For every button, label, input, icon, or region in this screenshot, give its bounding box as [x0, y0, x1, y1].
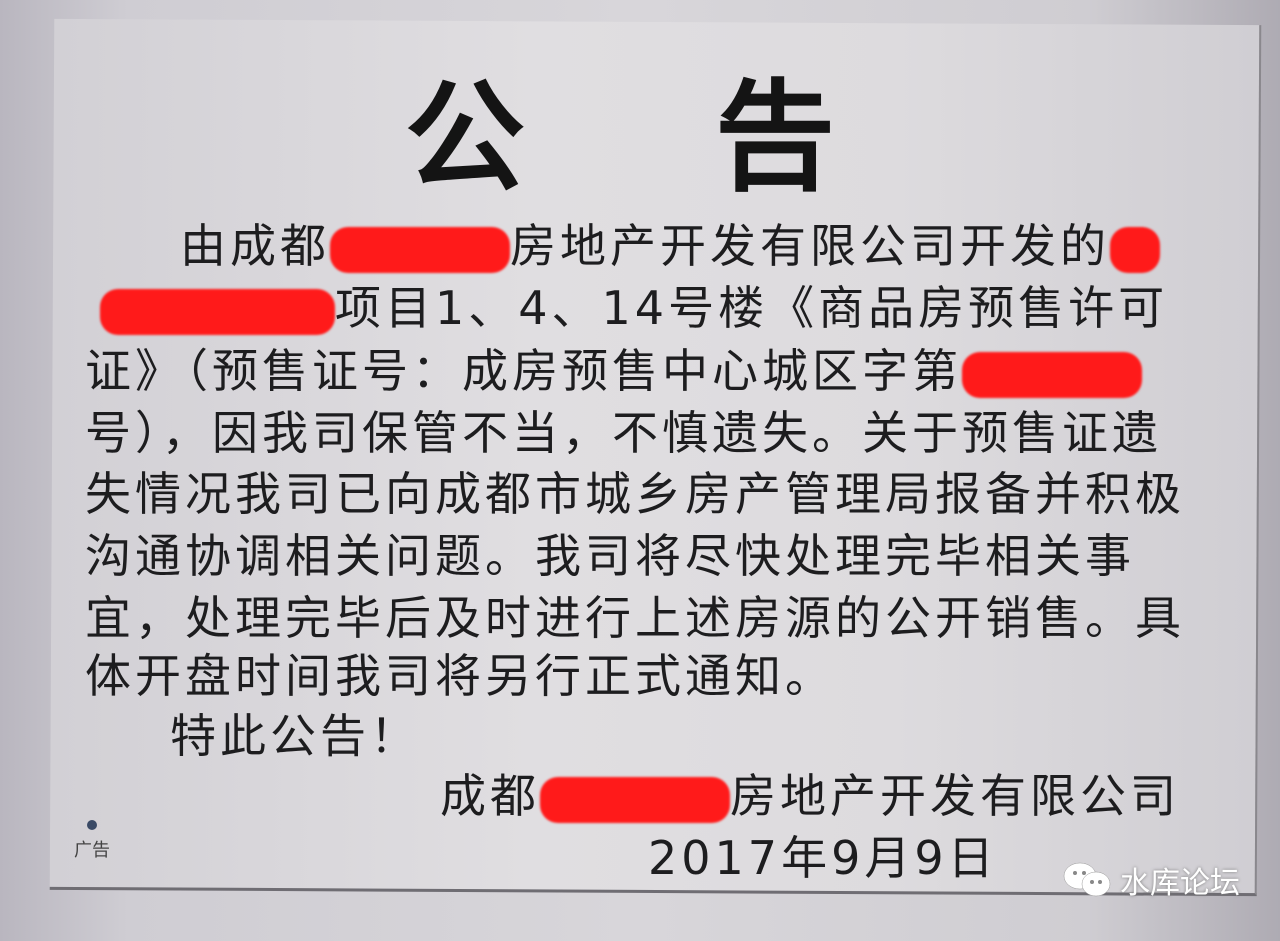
- body-line-3: 证》（预售证号：成房预售中心城区字第: [85, 335, 1142, 401]
- body-line-6: 沟通协调相关问题。我司将尽快处理完毕相关事: [85, 529, 1135, 583]
- body-line-9: 特此公告！: [170, 709, 420, 763]
- date: 2017年9月9日: [648, 831, 998, 885]
- ad-dot-icon: [87, 820, 97, 830]
- signature-text: 成都: [440, 769, 540, 823]
- ad-label: 广告: [74, 840, 110, 861]
- signature-text: 房地产开发有限公司: [730, 769, 1180, 823]
- body-line-7: 宜，处理完毕后及时进行上述房源的公开销售。具: [85, 591, 1185, 645]
- body-line-8: 体开盘时间我司将另行正式通知。: [85, 649, 835, 703]
- redaction: [100, 288, 335, 335]
- wechat-icon: [1063, 862, 1111, 897]
- redaction: [540, 776, 730, 823]
- redaction: [1110, 226, 1160, 273]
- line-text: 房地产开发有限公司开发的: [510, 219, 1110, 273]
- redaction: [962, 351, 1142, 398]
- watermark: 水库论坛: [1062, 858, 1240, 902]
- line-text: 由成都: [180, 219, 330, 273]
- title-char-1: 公: [405, 69, 525, 208]
- line-text: 项目1、4、14号楼《商品房预售许可: [335, 281, 1169, 335]
- body-line-1: 由成都 房地产开发有限公司开发的: [180, 210, 1160, 276]
- body-line-5: 失情况我司已向成都市城乡房产管理局报备并积极: [85, 467, 1185, 521]
- redaction: [330, 226, 510, 273]
- body-line-4: 号），因我司保管不当，不慎遗失。关于预售证遗: [85, 406, 1162, 460]
- watermark-text: 水库论坛: [1120, 866, 1240, 901]
- signature: 成都 房地产开发有限公司: [440, 760, 1180, 826]
- line-text: 证》（预售证号：成房预售中心城区字第: [85, 344, 962, 398]
- title-char-2: 告: [715, 69, 835, 208]
- body-line-2: 项目1、4、14号楼《商品房预售许可: [100, 272, 1168, 338]
- ad-marker[interactable]: 广告: [74, 820, 110, 862]
